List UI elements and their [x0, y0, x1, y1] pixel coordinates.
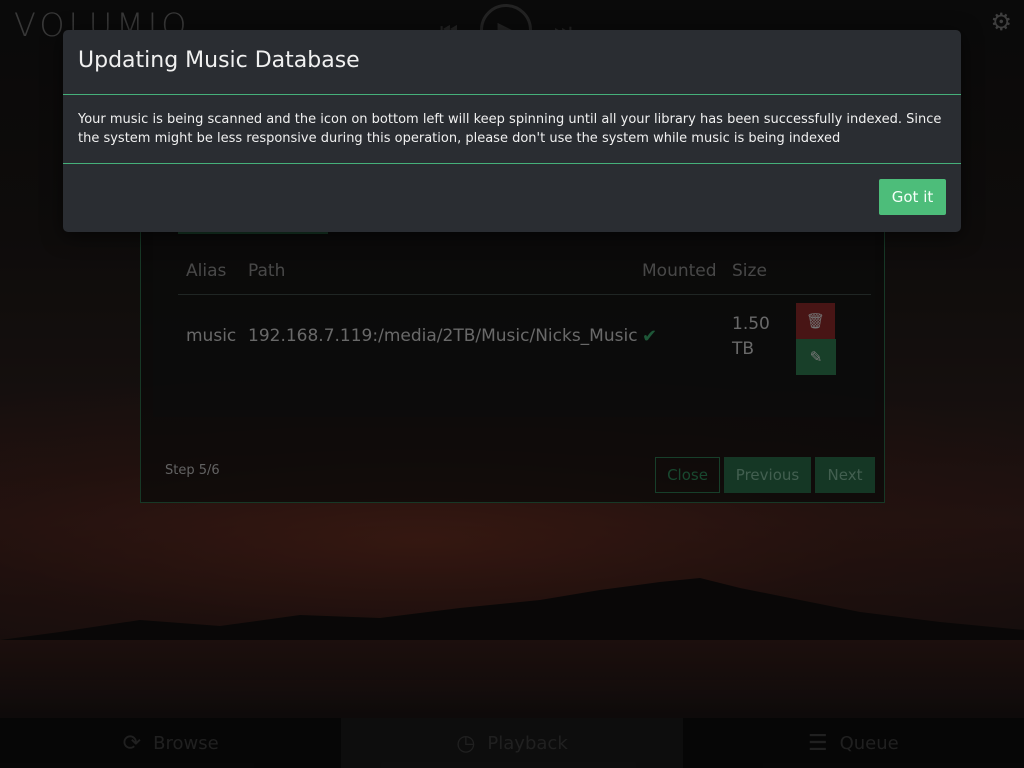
got-it-button[interactable]: Got it [879, 179, 946, 215]
modal-message: Your music is being scanned and the icon… [63, 95, 961, 164]
modal-title: Updating Music Database [63, 30, 961, 95]
update-database-modal: Updating Music Database Your music is be… [63, 30, 961, 232]
modal-footer: Got it [63, 164, 961, 231]
